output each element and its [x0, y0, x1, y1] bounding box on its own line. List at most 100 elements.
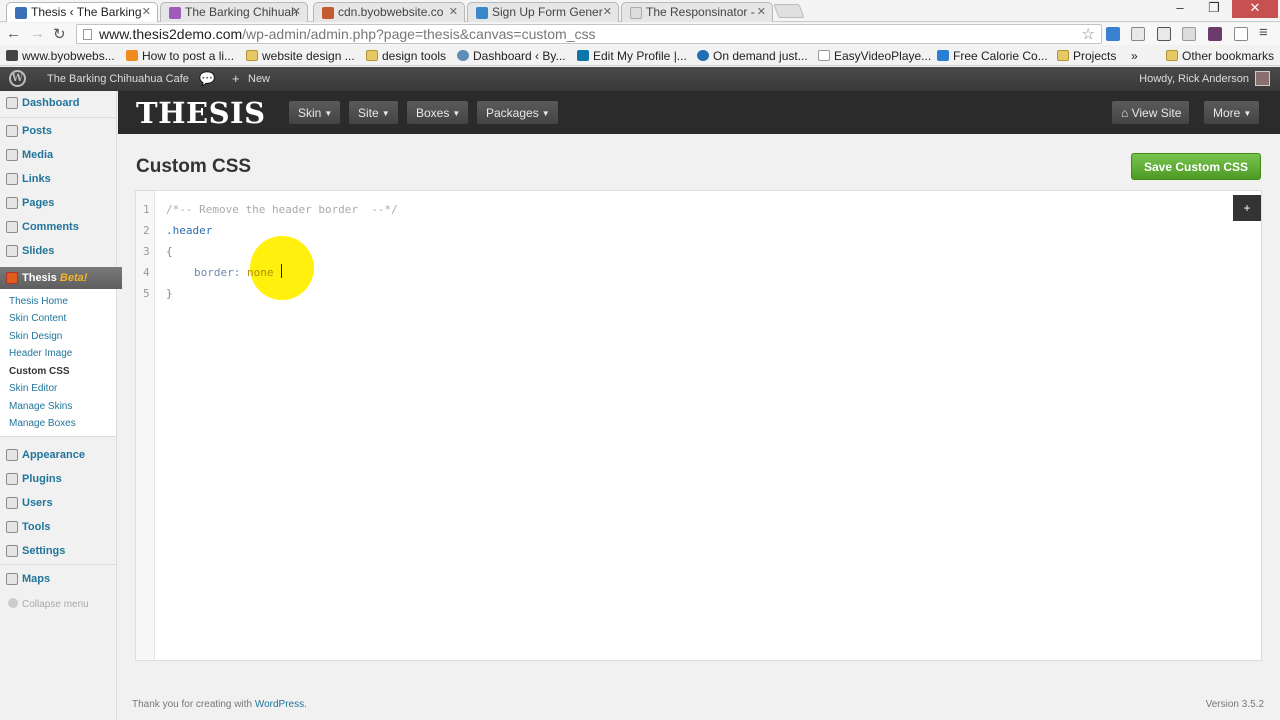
- collapse-menu-button[interactable]: Collapse menu: [8, 598, 89, 610]
- site-name-link[interactable]: The Barking Chihuahua Cafe: [47, 73, 189, 85]
- slides-icon: [6, 245, 18, 257]
- bookmark-star-icon[interactable]: ☆: [1082, 25, 1095, 43]
- sidebar-item-comments[interactable]: Comments: [0, 216, 116, 238]
- pin-icon: [6, 125, 18, 137]
- browser-tab-thesis[interactable]: Thesis ‹ The Barking ✕: [6, 2, 158, 22]
- forward-icon[interactable]: →: [30, 25, 45, 42]
- submenu-item-custom-css[interactable]: Custom CSS: [9, 366, 70, 377]
- plus-icon[interactable]: +: [232, 71, 240, 86]
- skin-menu-button[interactable]: Skin ▼: [288, 100, 342, 125]
- close-window-icon[interactable]: ✕: [1232, 0, 1278, 18]
- code-line-close-brace: }: [166, 287, 173, 300]
- site-favicon-icon: [322, 7, 334, 19]
- submenu-item-skin-design[interactable]: Skin Design: [9, 331, 62, 342]
- minimize-icon[interactable]: –: [1164, 0, 1196, 18]
- packages-menu-button[interactable]: Packages ▼: [476, 100, 559, 125]
- close-tab-icon[interactable]: ✕: [292, 5, 301, 18]
- wordpress-link[interactable]: WordPress: [255, 699, 304, 710]
- comments-icon[interactable]: 💬: [199, 71, 215, 87]
- code-line-selector: .header: [166, 224, 213, 237]
- sidebar-item-links[interactable]: Links: [0, 168, 116, 190]
- new-content-link[interactable]: New: [248, 73, 270, 85]
- extension-icon[interactable]: [1182, 27, 1196, 41]
- divider: [0, 117, 116, 118]
- new-tab-button[interactable]: [773, 4, 805, 18]
- address-bar[interactable]: www.thesis2demo.com/wp-admin/admin.php?p…: [76, 24, 1102, 44]
- caret-down-icon: ▼: [452, 109, 461, 118]
- browser-tab-responsinator[interactable]: The Responsinator - ✕: [621, 2, 773, 22]
- browser-tab-cdn[interactable]: cdn.byobwebsite.co ✕: [313, 2, 465, 22]
- thesis-submenu: Thesis Home Skin Content Skin Design Hea…: [0, 289, 116, 437]
- more-menu-button[interactable]: More ▼: [1203, 100, 1261, 125]
- bookmarks-overflow-icon[interactable]: »: [1131, 49, 1138, 63]
- css-code-editor[interactable]: 1 2 3 4 5 /*-- Remove the header border …: [135, 190, 1262, 661]
- bookmark-item[interactable]: Free Calorie Co...: [937, 49, 1048, 63]
- sidebar-item-thesis[interactable]: Thesis Beta!: [0, 267, 122, 289]
- sidebar-item-pages[interactable]: Pages: [0, 192, 116, 214]
- line-number: 3: [143, 245, 150, 258]
- extension-icon[interactable]: [1208, 27, 1222, 41]
- code-line-open-brace: {: [166, 245, 173, 258]
- close-tab-icon[interactable]: ✕: [449, 5, 458, 18]
- extension-icon[interactable]: [1131, 27, 1145, 41]
- maximize-icon[interactable]: ❐: [1198, 0, 1230, 18]
- submenu-item-manage-skins[interactable]: Manage Skins: [9, 401, 72, 412]
- wordpress-logo-icon[interactable]: W: [9, 70, 26, 87]
- sidebar-item-slides[interactable]: Slides: [0, 240, 116, 262]
- browser-tab-barking[interactable]: The Barking Chihuah ✕: [160, 2, 308, 22]
- submenu-item-manage-boxes[interactable]: Manage Boxes: [9, 418, 76, 429]
- submenu-item-header-image[interactable]: Header Image: [9, 348, 72, 359]
- site-menu-button[interactable]: Site ▼: [348, 100, 399, 125]
- reload-icon[interactable]: ↻: [53, 25, 66, 43]
- sidebar-item-plugins[interactable]: Plugins: [0, 468, 116, 490]
- line-number-gutter: 1 2 3 4 5: [136, 191, 155, 660]
- wordpress-icon: [457, 50, 469, 61]
- avatar[interactable]: [1255, 71, 1270, 86]
- close-tab-icon[interactable]: ✕: [757, 5, 766, 18]
- sidebar-item-appearance[interactable]: Appearance: [0, 444, 116, 466]
- close-tab-icon[interactable]: ✕: [142, 5, 151, 18]
- sidebar-item-maps[interactable]: Maps: [0, 568, 116, 590]
- comments-icon: [6, 221, 18, 233]
- back-icon[interactable]: ←: [6, 25, 21, 42]
- url-path: /wp-admin/admin.php?page=thesis&canvas=c…: [242, 26, 596, 42]
- page-favicon-icon: [630, 7, 642, 19]
- divider: [0, 564, 116, 565]
- chrome-menu-icon[interactable]: ≡: [1259, 24, 1268, 41]
- folder-icon: [1057, 50, 1069, 61]
- sidebar-item-media[interactable]: Media: [0, 144, 116, 166]
- bookmark-item[interactable]: Edit My Profile |...: [577, 49, 687, 63]
- extension-icon[interactable]: [1234, 27, 1248, 41]
- sidebar-item-tools[interactable]: Tools: [0, 516, 116, 538]
- submenu-item-skin-content[interactable]: Skin Content: [9, 313, 66, 324]
- bookmark-item[interactable]: How to post a li...: [126, 49, 234, 63]
- view-site-button[interactable]: ⌂ View Site: [1111, 100, 1191, 125]
- bookmark-item[interactable]: On demand just...: [697, 49, 808, 63]
- link-icon: [6, 173, 18, 185]
- site-favicon-icon: [169, 7, 181, 19]
- bookmark-item[interactable]: Projects: [1057, 49, 1116, 63]
- bookmark-item[interactable]: website design ...: [246, 49, 355, 63]
- bookmark-item[interactable]: www.byobwebs...: [6, 49, 115, 63]
- maps-icon: [6, 573, 18, 585]
- close-tab-icon[interactable]: ✕: [603, 5, 612, 18]
- other-bookmarks[interactable]: Other bookmarks: [1166, 49, 1274, 63]
- sidebar-item-users[interactable]: Users: [0, 492, 116, 514]
- save-custom-css-button[interactable]: Save Custom CSS: [1131, 153, 1261, 180]
- boxes-menu-button[interactable]: Boxes ▼: [406, 100, 470, 125]
- bookmark-item[interactable]: EasyVideoPlaye...: [818, 49, 931, 63]
- linkedin-icon: [577, 50, 589, 61]
- sidebar-item-posts[interactable]: Posts: [0, 120, 116, 142]
- bookmark-item[interactable]: design tools: [366, 49, 446, 63]
- sidebar-item-dashboard[interactable]: Dashboard: [0, 92, 116, 114]
- bookmark-item[interactable]: Dashboard ‹ By...: [457, 49, 565, 63]
- submenu-item-skin-editor[interactable]: Skin Editor: [9, 383, 57, 394]
- thesis-logo[interactable]: THESIS: [136, 96, 266, 130]
- expand-editor-button[interactable]: +: [1233, 195, 1261, 221]
- browser-tab-signup[interactable]: Sign Up Form Gener ✕: [467, 2, 619, 22]
- extension-icon[interactable]: [1157, 27, 1171, 41]
- extension-icon[interactable]: [1106, 27, 1120, 41]
- sidebar-item-settings[interactable]: Settings: [0, 540, 116, 562]
- submenu-item-thesis-home[interactable]: Thesis Home: [9, 296, 68, 307]
- howdy-account-link[interactable]: Howdy, Rick Anderson: [1139, 73, 1249, 85]
